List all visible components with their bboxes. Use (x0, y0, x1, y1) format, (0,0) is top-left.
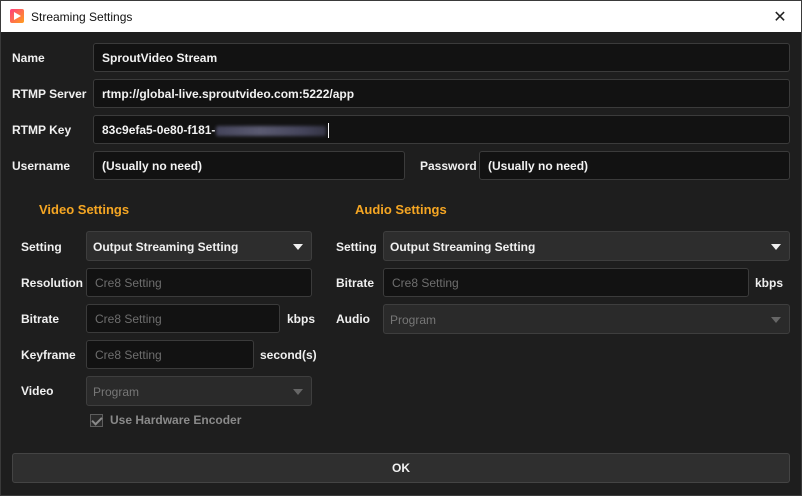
rtmp-key-label: RTMP Key (12, 123, 72, 137)
audio-setting-value: Output Streaming Setting (390, 240, 536, 254)
audio-setting-select[interactable]: Output Streaming Setting (383, 231, 790, 261)
redacted-key-mask (216, 125, 327, 136)
resolution-input[interactable]: Cre8 Setting (86, 268, 312, 297)
video-setting-label: Setting (21, 240, 62, 254)
dialog-content: Name SproutVideo Stream RTMP Server rtmp… (1, 32, 801, 495)
video-source-select[interactable]: Program (86, 376, 312, 406)
video-settings-heading: Video Settings (39, 202, 130, 217)
password-label: Password (420, 159, 477, 173)
name-field[interactable]: SproutVideo Stream (93, 43, 790, 72)
video-source-label: Video (21, 384, 54, 398)
video-bitrate-input[interactable]: Cre8 Setting (86, 304, 280, 333)
audio-bitrate-label: Bitrate (336, 276, 375, 290)
chevron-down-icon (293, 244, 303, 250)
hardware-encoder-label: Use Hardware Encoder (110, 413, 242, 427)
video-source-value: Program (93, 385, 140, 399)
rtmp-key-value: 83c9efa5-0e80-f181- (102, 123, 216, 137)
video-setting-select[interactable]: Output Streaming Setting (86, 231, 312, 261)
hardware-encoder-checkbox[interactable]: Use Hardware Encoder (90, 413, 241, 427)
chevron-down-icon (293, 389, 303, 395)
window-title: Streaming Settings (31, 10, 133, 24)
checkmark-icon (90, 413, 103, 427)
streaming-settings-window: Streaming Settings ✕ Name SproutVideo St… (0, 0, 802, 496)
app-logo-icon (10, 9, 24, 23)
audio-source-label: Audio (336, 312, 370, 326)
rtmp-key-field[interactable]: 83c9efa5-0e80-f181- (93, 115, 790, 144)
password-field[interactable]: (Usually no need) (479, 151, 790, 180)
keyframe-unit: second(s) (260, 348, 317, 362)
keyframe-input[interactable]: Cre8 Setting (86, 340, 254, 369)
audio-source-value: Program (390, 313, 437, 327)
chevron-down-icon (771, 244, 781, 250)
rtmp-server-field[interactable]: rtmp://global-live.sproutvideo.com:5222/… (93, 79, 790, 108)
ok-button[interactable]: OK (12, 453, 790, 483)
name-label: Name (12, 51, 45, 65)
video-setting-value: Output Streaming Setting (93, 240, 239, 254)
chevron-down-icon (771, 317, 781, 323)
video-bitrate-label: Bitrate (21, 312, 60, 326)
video-bitrate-unit: kbps (287, 312, 316, 326)
username-label: Username (12, 159, 71, 173)
text-caret (328, 123, 330, 139)
close-icon[interactable]: ✕ (759, 1, 801, 32)
audio-source-select[interactable]: Program (383, 304, 790, 334)
audio-setting-label: Setting (336, 240, 377, 254)
resolution-label: Resolution (21, 276, 83, 290)
title-bar: Streaming Settings ✕ (1, 1, 801, 32)
audio-bitrate-input[interactable]: Cre8 Setting (383, 268, 749, 297)
audio-settings-heading: Audio Settings (355, 202, 447, 217)
keyframe-label: Keyframe (21, 348, 76, 362)
username-field[interactable]: (Usually no need) (93, 151, 405, 180)
rtmp-server-label: RTMP Server (12, 87, 87, 101)
audio-bitrate-unit: kbps (755, 276, 784, 290)
